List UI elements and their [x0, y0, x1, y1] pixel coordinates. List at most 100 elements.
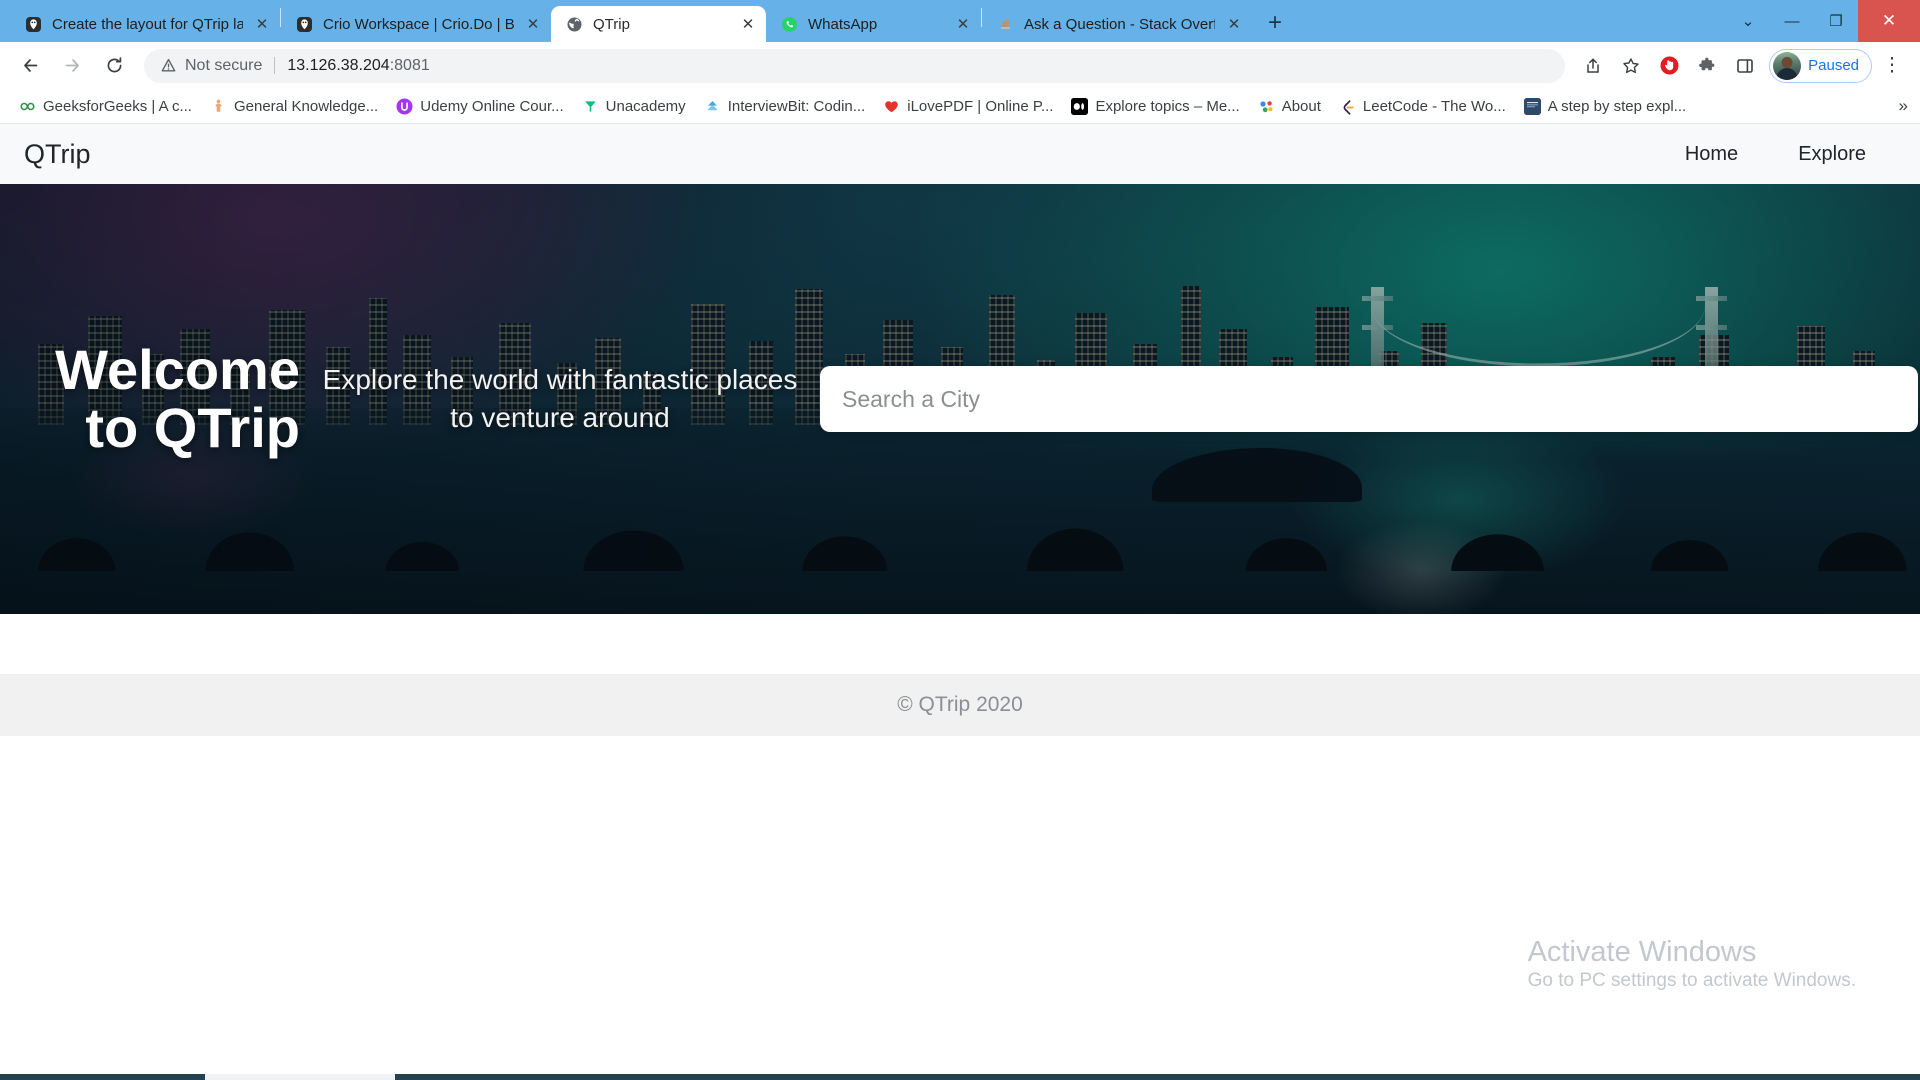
bookmark-item[interactable]: Udemy Online Cour... — [387, 94, 572, 119]
about-icon — [1258, 98, 1275, 115]
bookmarks-overflow-button[interactable]: » — [1899, 96, 1908, 116]
close-tab-icon[interactable]: ✕ — [1224, 14, 1244, 34]
windows-taskbar — [0, 1074, 1920, 1080]
leetcode-icon — [1339, 98, 1356, 115]
bookmarks-bar: GeeksforGeeks | A c... General Knowledge… — [0, 89, 1920, 124]
forward-button[interactable] — [52, 46, 92, 86]
nav-link-explore[interactable]: Explore — [1768, 135, 1896, 174]
address-bar[interactable]: Not secure 13.126.38.204:8081 — [144, 48, 1566, 83]
tab-title: Ask a Question - Stack Overflow — [1024, 15, 1215, 33]
toolbar-icons: Paused ⋮ — [1575, 48, 1910, 84]
hero-title: Welcome to QTrip — [55, 337, 300, 459]
bookmark-item[interactable]: Explore topics – Me... — [1062, 94, 1248, 119]
bookmark-item[interactable]: InterviewBit: Codin... — [695, 94, 875, 119]
whatsapp-icon — [780, 15, 799, 34]
article-icon — [1523, 97, 1541, 115]
new-tab-button[interactable]: + — [1259, 7, 1291, 39]
bookmark-label: About — [1281, 97, 1321, 115]
hero-section: Welcome to QTrip Explore the world with … — [0, 184, 1920, 614]
bookmark-label: Explore topics – Me... — [1095, 97, 1240, 115]
taskbar-active-item[interactable] — [205, 1074, 395, 1080]
bookmark-item[interactable]: A step by step expl... — [1515, 94, 1695, 119]
bookmark-label: Unacademy — [605, 97, 686, 115]
site-brand[interactable]: QTrip — [24, 139, 91, 170]
ilovepdf-icon — [883, 98, 900, 115]
globe-icon — [565, 15, 584, 34]
crio-icon — [295, 15, 314, 34]
not-secure-indicator[interactable]: Not secure — [160, 57, 262, 75]
adblock-icon[interactable] — [1651, 48, 1687, 84]
avatar — [1773, 51, 1802, 80]
close-tab-icon[interactable]: ✕ — [953, 14, 973, 34]
bookmark-label: InterviewBit: Codin... — [727, 97, 866, 115]
content-spacer — [0, 614, 1920, 674]
bookmark-item[interactable]: General Knowledge... — [201, 94, 387, 119]
close-tab-icon[interactable]: ✕ — [738, 14, 758, 34]
bookmark-item[interactable]: iLovePDF | Online P... — [874, 94, 1062, 119]
browser-tab-active[interactable]: QTrip ✕ — [551, 6, 766, 42]
close-tab-icon[interactable]: ✕ — [252, 14, 272, 34]
browser-window: Create the layout for QTrip landin ✕ Cri… — [0, 0, 1920, 1080]
unacademy-icon — [582, 98, 599, 115]
site-nav-links: Home Explore — [1655, 135, 1896, 174]
omnibox-divider — [274, 57, 276, 74]
site-footer: © QTrip 2020 — [0, 674, 1920, 736]
bookmark-label: Udemy Online Cour... — [420, 97, 564, 115]
bookmark-label: LeetCode - The Wo... — [1362, 97, 1506, 115]
watermark-subtitle: Go to PC settings to activate Windows. — [1527, 970, 1856, 991]
tab-title: QTrip — [593, 15, 630, 33]
bookmark-item[interactable]: About — [1249, 94, 1330, 119]
browser-tab[interactable]: Ask a Question - Stack Overflow ✕ — [982, 6, 1252, 42]
tab-search-icon[interactable]: ⌄ — [1726, 0, 1770, 42]
bookmark-item[interactable]: GeeksforGeeks | A c... — [10, 94, 201, 119]
udemy-icon — [396, 98, 413, 115]
windows-activation-watermark: Activate Windows Go to PC settings to ac… — [1528, 934, 1856, 992]
tab-title: Create the layout for QTrip landin — [52, 15, 243, 33]
browser-tab[interactable]: WhatsApp ✕ — [766, 6, 981, 42]
gk-icon — [210, 98, 227, 115]
profile-button[interactable]: Paused — [1769, 48, 1872, 83]
site-navbar: QTrip Home Explore — [0, 124, 1920, 184]
tab-title: WhatsApp — [808, 15, 878, 33]
nav-link-home[interactable]: Home — [1655, 135, 1768, 174]
share-icon[interactable] — [1575, 48, 1611, 84]
search-city-input[interactable] — [820, 366, 1918, 432]
reload-button[interactable] — [94, 46, 134, 86]
gfg-icon — [19, 98, 36, 115]
medium-icon — [1071, 97, 1089, 115]
profile-status-label: Paused — [1808, 57, 1859, 74]
bookmark-item[interactable]: LeetCode - The Wo... — [1330, 94, 1515, 119]
watermark-title: Activate Windows — [1527, 935, 1757, 968]
footer-copyright: © QTrip 2020 — [897, 693, 1023, 716]
browser-tab[interactable]: Crio Workspace | Crio.Do | Build ✕ — [281, 6, 551, 42]
chrome-menu-icon[interactable]: ⋮ — [1874, 48, 1910, 84]
url-port: :8081 — [389, 56, 430, 74]
url-text: 13.126.38.204:8081 — [287, 57, 429, 75]
warning-triangle-icon — [161, 58, 176, 72]
bookmark-label: A step by step expl... — [1547, 97, 1687, 115]
hero-content: Welcome to QTrip Explore the world with … — [0, 184, 1920, 614]
close-tab-icon[interactable]: ✕ — [523, 14, 543, 34]
close-window-button[interactable]: ✕ — [1858, 0, 1920, 42]
restore-button[interactable]: ❐ — [1814, 0, 1858, 42]
hero-subtitle: Explore the world with fantastic places … — [322, 364, 798, 433]
security-label: Not secure — [185, 56, 263, 74]
stackoverflow-icon — [996, 15, 1015, 34]
browser-toolbar: Not secure 13.126.38.204:8081 Paused ⋮ — [0, 42, 1920, 89]
minimize-button[interactable]: — — [1770, 0, 1814, 42]
hero-search-wrapper — [820, 366, 1920, 432]
tab-title: Crio Workspace | Crio.Do | Build — [323, 15, 514, 33]
bookmark-label: GeeksforGeeks | A c... — [43, 97, 192, 115]
bookmark-label: General Knowledge... — [233, 97, 379, 115]
crio-icon — [24, 15, 43, 34]
side-panel-icon[interactable] — [1727, 48, 1763, 84]
back-button[interactable] — [10, 46, 50, 86]
interviewbit-icon — [704, 98, 721, 115]
page-viewport: QTrip Home Explore Welcome to QTrip Expl… — [0, 124, 1920, 1080]
bookmark-item[interactable]: Unacademy — [573, 94, 695, 119]
browser-tab[interactable]: Create the layout for QTrip landin ✕ — [10, 6, 280, 42]
extensions-puzzle-icon[interactable] — [1689, 48, 1725, 84]
window-controls: ⌄ — ❐ ✕ — [1726, 0, 1920, 42]
tab-strip: Create the layout for QTrip landin ✕ Cri… — [0, 0, 1920, 42]
bookmark-star-icon[interactable] — [1613, 48, 1649, 84]
